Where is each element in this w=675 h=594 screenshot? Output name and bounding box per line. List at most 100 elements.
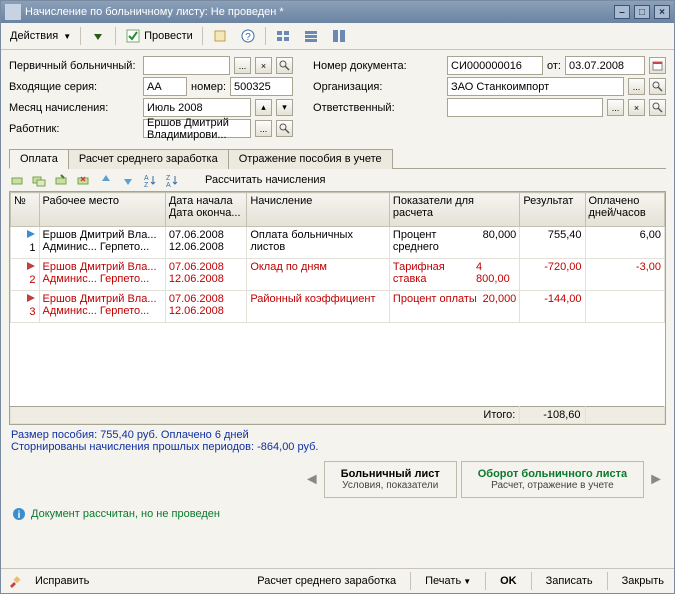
app-icon xyxy=(5,4,21,20)
go-down-button[interactable] xyxy=(85,25,111,47)
avg-calc-button[interactable]: Расчет среднего заработка xyxy=(253,573,400,589)
close-button[interactable]: × xyxy=(654,5,670,19)
notes-icon xyxy=(212,28,228,44)
layout2-button[interactable] xyxy=(298,25,324,47)
tabs: Оплата Расчет среднего заработка Отражен… xyxy=(9,148,666,169)
primary-clear-button[interactable]: × xyxy=(255,57,272,74)
magnifier-icon xyxy=(652,81,663,92)
col-indicators[interactable]: Показатели для расчета xyxy=(389,193,519,227)
month-down-button[interactable]: ▾ xyxy=(276,99,293,116)
nav-turnover[interactable]: Оборот больничного листаРасчет, отражени… xyxy=(461,461,644,498)
notes-button[interactable] xyxy=(207,25,233,47)
recalculate-button[interactable]: Рассчитать начисления xyxy=(201,172,330,188)
layout3-button[interactable] xyxy=(326,25,352,47)
tab-reflection[interactable]: Отражение пособия в учете xyxy=(228,149,393,169)
org-select-button[interactable]: ... xyxy=(628,78,645,95)
copy-row-button[interactable] xyxy=(31,171,49,189)
svg-text:A: A xyxy=(166,182,171,188)
table-row[interactable]: 2Ершов Дмитрий Вла...Админис... Герпето.… xyxy=(11,259,665,291)
post-button[interactable]: Провести xyxy=(120,25,198,47)
nav-prev-button[interactable]: ◄ xyxy=(304,471,320,489)
actions-menu[interactable]: Действия▼ xyxy=(5,27,76,45)
move-up-button[interactable] xyxy=(97,171,115,189)
col-result[interactable]: Результат xyxy=(520,193,585,227)
primary-input[interactable] xyxy=(143,56,230,75)
worker-select-button[interactable]: ... xyxy=(255,120,272,137)
date-input[interactable]: 03.07.2008 xyxy=(565,56,645,75)
primary-lookup-button[interactable] xyxy=(276,57,293,74)
data-grid: № Рабочее место Дата началаДата оконча..… xyxy=(9,191,666,425)
worker-lookup-button[interactable] xyxy=(276,120,293,137)
primary-label: Первичный больничный: xyxy=(9,60,139,72)
fix-icon xyxy=(7,573,23,589)
layout1-button[interactable] xyxy=(270,25,296,47)
arrow-down-icon xyxy=(90,28,106,44)
col-num[interactable]: № xyxy=(11,193,40,227)
info-icon: i xyxy=(11,506,27,522)
resp-clear-button[interactable]: × xyxy=(628,99,645,116)
month-label: Месяц начисления: xyxy=(9,102,139,114)
nav-sick-list[interactable]: Больничный листУсловия, показатели xyxy=(324,461,457,498)
tab-payment[interactable]: Оплата xyxy=(9,149,69,169)
save-button[interactable]: Записать xyxy=(542,573,597,589)
layout2-icon xyxy=(303,28,319,44)
print-menu[interactable]: Печать▼ xyxy=(421,573,475,589)
magnifier-icon xyxy=(652,102,663,113)
sort-asc-button[interactable]: AZ xyxy=(141,171,159,189)
nav-next-button[interactable]: ► xyxy=(648,471,664,489)
help-button[interactable]: ? xyxy=(235,25,261,47)
resp-input[interactable] xyxy=(447,98,603,117)
number-label: номер: xyxy=(191,81,226,93)
close-doc-button[interactable]: Закрыть xyxy=(618,573,668,589)
org-label: Организация: xyxy=(313,81,443,93)
layout3-icon xyxy=(331,28,347,44)
ok-button[interactable]: OK xyxy=(496,573,521,589)
col-dates[interactable]: Дата началаДата оконча... xyxy=(165,193,246,227)
tab-average[interactable]: Расчет среднего заработка xyxy=(68,149,229,169)
add-row-button[interactable] xyxy=(9,171,27,189)
resp-label: Ответственный: xyxy=(313,102,443,114)
svg-text:A: A xyxy=(144,175,149,182)
org-input[interactable]: ЗАО Станкоимпорт xyxy=(447,77,624,96)
date-calendar-button[interactable] xyxy=(649,57,666,74)
help-icon: ? xyxy=(240,28,256,44)
magnifier-icon xyxy=(279,123,290,134)
main-toolbar: Действия▼ Провести ? xyxy=(1,23,674,50)
resp-select-button[interactable]: ... xyxy=(607,99,624,116)
primary-select-button[interactable]: ... xyxy=(234,57,251,74)
window-title: Начисление по больничному листу: Не пров… xyxy=(25,6,614,18)
svg-text:Z: Z xyxy=(144,182,149,188)
status-bar: i Документ рассчитан, но не проведен xyxy=(1,502,674,526)
move-down-button[interactable] xyxy=(119,171,137,189)
sort-desc-button[interactable]: ZA xyxy=(163,171,181,189)
month-up-button[interactable]: ▴ xyxy=(255,99,272,116)
bottom-toolbar: Исправить Расчет среднего заработка Печа… xyxy=(1,568,674,593)
calendar-icon xyxy=(652,60,663,71)
col-paid[interactable]: Оплачено дней/часов xyxy=(585,193,665,227)
series-input[interactable]: АА xyxy=(143,77,187,96)
minimize-button[interactable]: – xyxy=(614,5,630,19)
layout1-icon xyxy=(275,28,291,44)
post-icon xyxy=(125,28,141,44)
fix-button[interactable]: Исправить xyxy=(31,573,93,589)
svg-text:i: i xyxy=(18,510,21,521)
org-lookup-button[interactable] xyxy=(649,78,666,95)
resp-lookup-button[interactable] xyxy=(649,99,666,116)
summary-text: Размер пособия: 755,40 руб. Оплачено 6 д… xyxy=(1,425,674,457)
totals-row: Итого:-108,60 xyxy=(11,407,665,424)
maximize-button[interactable]: □ xyxy=(634,5,650,19)
titlebar: Начисление по больничному листу: Не пров… xyxy=(1,1,674,23)
docnum-input[interactable]: СИ000000016 xyxy=(447,56,543,75)
table-row[interactable]: 3Ершов Дмитрий Вла...Админис... Герпето.… xyxy=(11,291,665,323)
from-label: от: xyxy=(547,60,561,72)
worker-input[interactable]: Ершов Дмитрий Владимирови... xyxy=(143,119,251,138)
table-row[interactable]: 1Ершов Дмитрий Вла...Админис... Герпето.… xyxy=(11,227,665,259)
docnum-label: Номер документа: xyxy=(313,60,443,72)
month-select[interactable]: Июль 2008 xyxy=(143,98,251,117)
delete-row-button[interactable] xyxy=(75,171,93,189)
col-accrual[interactable]: Начисление xyxy=(247,193,390,227)
svg-text:?: ? xyxy=(245,32,251,43)
number-input[interactable]: 500325 xyxy=(230,77,293,96)
edit-row-button[interactable] xyxy=(53,171,71,189)
col-workplace[interactable]: Рабочее место xyxy=(39,193,165,227)
